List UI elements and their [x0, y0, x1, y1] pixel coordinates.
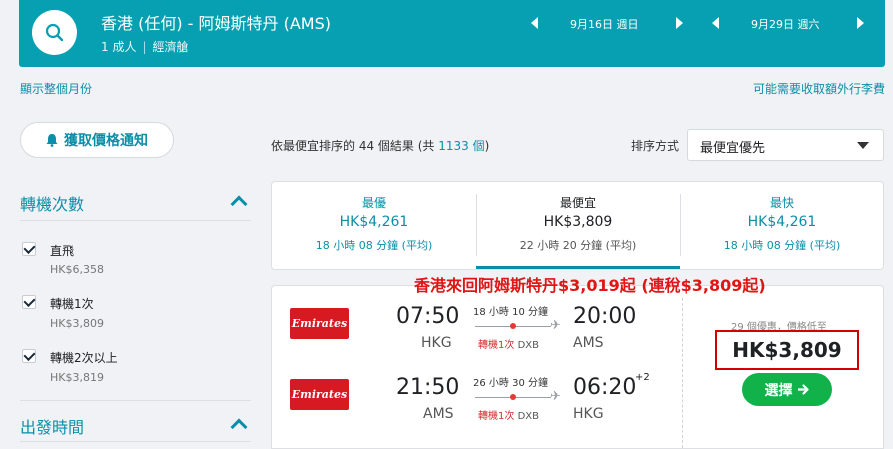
stops-one-label[interactable]: 轉機1次: [50, 295, 94, 312]
stops-filter-title[interactable]: 轉機次數: [20, 191, 84, 215]
return-date[interactable]: 9月29日 週六: [751, 16, 820, 32]
outbound-depart-time: 07:50: [396, 304, 460, 329]
search-icon: [45, 23, 64, 42]
plane-icon: ✈: [550, 318, 561, 333]
depart-date-control: 9月16日 週日: [528, 16, 688, 32]
return-prev-arrow-icon[interactable]: [712, 17, 719, 29]
select-label: 選擇: [764, 382, 793, 399]
card-divider: [682, 298, 683, 448]
stops-one-checkbox[interactable]: [22, 295, 36, 309]
divider: [20, 441, 251, 442]
airline-logo: Emirates: [290, 379, 349, 410]
price-alert-label: 獲取價格通知: [64, 133, 148, 149]
tab-best-label: 最優: [361, 196, 386, 210]
inbound-arrive-airport: HKG: [573, 406, 604, 422]
stops-direct-checkbox[interactable]: [22, 242, 36, 256]
stops-two-plus-price: HK$3,819: [50, 371, 104, 384]
return-date-control: 9月29日 週六: [709, 16, 869, 32]
inbound-arrive-time: 06:20: [573, 375, 637, 400]
outbound-stop-airport: DXB: [517, 340, 539, 351]
route-title[interactable]: 香港 (任何) - 阿姆斯特丹 (AMS): [101, 10, 331, 34]
dropdown-caret-icon: [857, 142, 869, 149]
baggage-fees-link[interactable]: 可能需要收取額外行李費: [753, 80, 885, 97]
stops-collapse-chevron-up-icon[interactable]: [230, 195, 248, 213]
depart-prev-arrow-icon[interactable]: [531, 17, 538, 29]
departure-time-filter-title[interactable]: 出發時間: [20, 414, 84, 438]
sort-label: 排序方式: [631, 139, 680, 153]
inbound-duration: 26 小時 30 分鐘: [473, 378, 548, 389]
departure-time-collapse-chevron-up-icon[interactable]: [230, 418, 248, 436]
search-header[interactable]: 香港 (任何) - 阿姆斯特丹 (AMS) 1 成人 | 經濟艙 9月16日 週日 …: [19, 0, 885, 67]
arrow-right-icon: [797, 384, 809, 395]
sort-tabs: 最優 HK$4,261 18 小時 08 分鐘 (平均) 最便宜 HK$3,80…: [271, 181, 884, 270]
active-tab-indicator: [476, 266, 680, 269]
separator: |: [142, 40, 147, 54]
outbound-stop-count: 轉機1次: [478, 340, 515, 351]
price-alert-button[interactable]: 獲取價格通知: [20, 122, 174, 158]
day-offset-badge: +2: [635, 372, 650, 383]
tab-cheapest[interactable]: 最便宜 HK$3,809 22 小時 20 分鐘 (平均): [476, 182, 680, 269]
stops-direct-label[interactable]: 直飛: [50, 242, 74, 259]
inbound-stops: 轉機1次 DXB: [478, 407, 539, 422]
tab-fastest[interactable]: 最快 HK$4,261 18 小時 08 分鐘 (平均): [680, 182, 884, 269]
flight-result-card[interactable]: Emirates 07:50 HKG 18 小時 10 分鐘 ✈ 轉機1次 DX…: [271, 285, 884, 449]
tab-best[interactable]: 最優 HK$4,261 18 小時 08 分鐘 (平均): [272, 182, 476, 269]
promo-overlay-text: 香港來回阿姆斯特丹$3,019起 (連稅$3,809起): [414, 276, 766, 295]
sort-dropdown[interactable]: 最便宜優先: [687, 129, 884, 161]
tab-cheapest-label: 最便宜: [559, 196, 596, 210]
flight-price: HK$3,809: [732, 338, 842, 362]
inbound-stop-count: 轉機1次: [478, 411, 515, 422]
cabin-class: 經濟艙: [152, 40, 189, 54]
outbound-duration: 18 小時 10 分鐘: [473, 307, 548, 318]
inbound-depart-time: 21:50: [396, 375, 460, 400]
tab-cheapest-duration: 22 小時 20 分鐘 (平均): [519, 239, 637, 252]
all-results-link[interactable]: 1133 個: [438, 139, 484, 153]
divider: [20, 220, 251, 221]
stops-direct-price: HK$6,358: [50, 263, 104, 276]
inbound-depart-airport: AMS: [423, 406, 454, 422]
plane-icon: ✈: [550, 389, 561, 404]
outbound-arrive-time: 20:00: [573, 304, 637, 329]
depart-date[interactable]: 9月16日 週日: [570, 16, 639, 32]
results-summary-text: 依最便宜排序的 44 個結果 (共: [271, 139, 439, 153]
tab-fastest-price: HK$4,261: [747, 214, 817, 230]
tab-best-price: HK$4,261: [339, 214, 409, 230]
airline-logo: Emirates: [290, 308, 349, 339]
tab-fastest-duration: 18 小時 08 分鐘 (平均): [723, 239, 841, 252]
stop-dot: [510, 323, 516, 329]
show-month-link[interactable]: 顯示整個月份: [20, 80, 92, 97]
trip-details[interactable]: 1 成人 | 經濟艙: [101, 38, 189, 55]
bell-icon: [46, 134, 58, 147]
outbound-arrive-airport: AMS: [573, 335, 604, 351]
tab-best-duration: 18 小時 08 分鐘 (平均): [315, 239, 433, 252]
results-summary: 依最便宜排序的 44 個結果 (共 1133 個): [271, 137, 489, 154]
results-summary-close: ): [484, 139, 490, 153]
stops-one-price: HK$3,809: [50, 317, 104, 330]
outbound-depart-airport: HKG: [421, 335, 452, 351]
tab-fastest-label: 最快: [769, 196, 794, 210]
price-highlight-box: HK$3,809: [715, 330, 859, 370]
select-button[interactable]: 選擇: [742, 373, 832, 406]
outbound-stops: 轉機1次 DXB: [478, 336, 539, 351]
depart-next-arrow-icon[interactable]: [676, 17, 683, 29]
return-next-arrow-icon[interactable]: [857, 17, 864, 29]
stops-two-plus-label[interactable]: 轉機2次以上: [50, 349, 118, 366]
sort-value: 最便宜優先: [700, 141, 766, 156]
stop-dot: [510, 394, 516, 400]
divider: [20, 400, 251, 401]
inbound-stop-airport: DXB: [517, 411, 539, 422]
passenger-count: 1 成人: [101, 40, 137, 54]
stops-two-plus-checkbox[interactable]: [22, 349, 36, 363]
tab-cheapest-price: HK$3,809: [543, 214, 613, 230]
search-button[interactable]: [32, 10, 77, 55]
